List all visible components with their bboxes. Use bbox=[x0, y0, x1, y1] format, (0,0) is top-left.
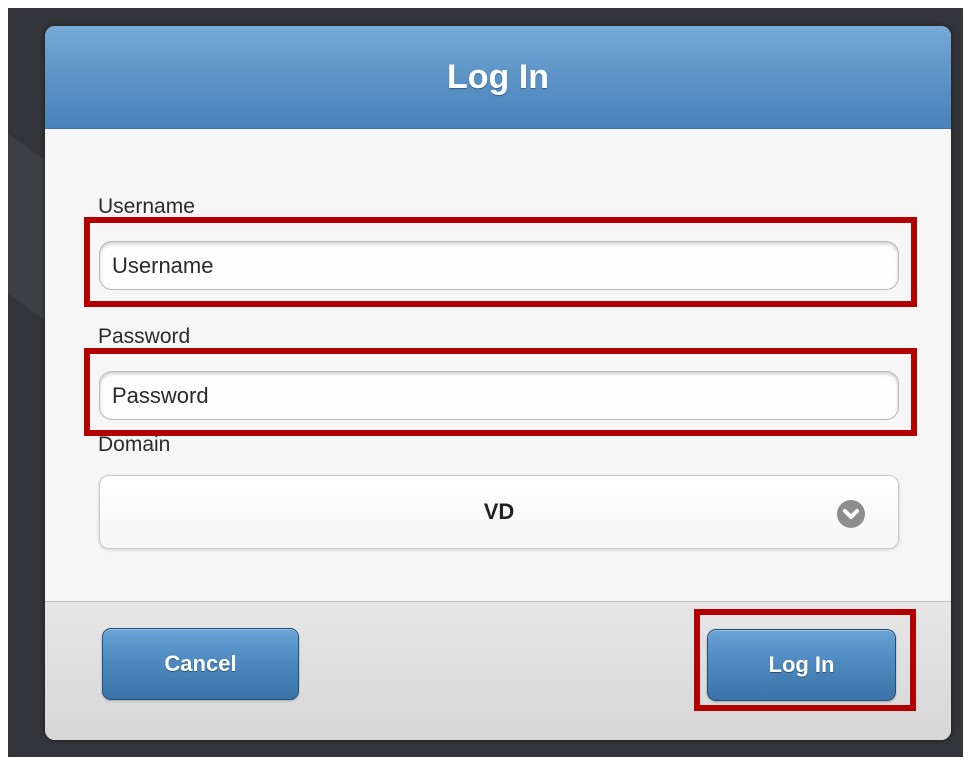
username-label: Username bbox=[98, 195, 195, 218]
domain-select[interactable]: VD bbox=[99, 475, 899, 549]
chevron-down-circle-icon bbox=[837, 500, 865, 528]
password-label: Password bbox=[98, 325, 191, 348]
dialog-header: Log In bbox=[45, 26, 951, 129]
domain-selected-value: VD bbox=[483, 499, 515, 524]
login-button-highlight bbox=[694, 609, 916, 711]
cancel-button[interactable]: Cancel bbox=[102, 628, 299, 700]
domain-label: Domain bbox=[98, 433, 171, 456]
dialog-title: Log In bbox=[447, 57, 549, 96]
password-highlight bbox=[84, 348, 917, 436]
username-highlight bbox=[84, 217, 917, 307]
dialog-body: Username Password Domain VD bbox=[45, 129, 951, 601]
